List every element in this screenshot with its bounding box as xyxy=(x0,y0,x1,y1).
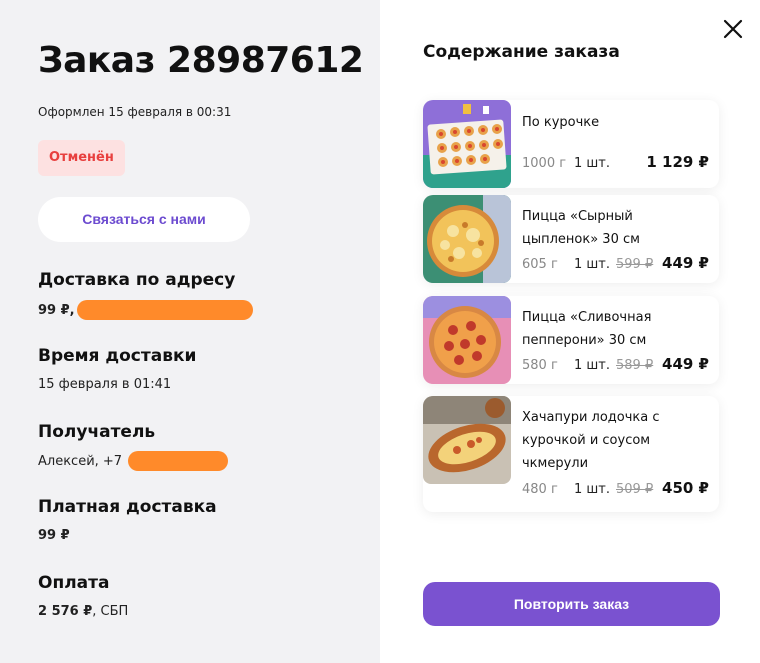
item-weight: 580 г xyxy=(522,358,558,373)
item-price: 1 129 ₽ xyxy=(646,153,709,171)
order-contents-panel: Содержание заказа По курочке 1000 г 1 шт… xyxy=(380,0,760,663)
item-quantity: 1 шт. xyxy=(574,156,611,171)
item-price: 450 ₽ xyxy=(662,479,709,497)
paid-delivery-title: Платная доставка xyxy=(38,497,217,517)
order-item[interactable]: Хачапури лодочка с курочкой и соусом чкм… xyxy=(423,396,719,512)
redacted-address xyxy=(76,300,253,320)
paid-delivery-price: 99 ₽ xyxy=(38,528,70,543)
delivery-time-title: Время доставки xyxy=(38,346,197,366)
payment-value: 2 576 ₽ , СБП xyxy=(38,604,128,619)
delivery-address-title: Доставка по адресу xyxy=(38,270,236,290)
contact-us-button[interactable]: Связаться с нами xyxy=(38,197,250,242)
status-badge: Отменён xyxy=(38,140,125,176)
payment-title: Оплата xyxy=(38,573,110,593)
payment-method: , СБП xyxy=(92,604,129,619)
pizza-image xyxy=(423,195,511,283)
delivery-price: 99 ₽, xyxy=(38,302,75,318)
item-weight: 480 г xyxy=(522,482,558,497)
payment-amount: 2 576 ₽ xyxy=(38,604,93,619)
recipient-text: Алексей, +7 xyxy=(38,453,123,469)
order-details-panel: Заказ 28987612 Оформлен 15 февраля в 00:… xyxy=(0,0,380,663)
item-name: Пицца «Сырный цыпленок» 30 см xyxy=(522,209,640,247)
item-name: По курочке xyxy=(522,115,600,130)
order-date: Оформлен 15 февраля в 00:31 xyxy=(38,105,232,119)
order-item[interactable]: Пицца «Сырный цыпленок» 30 см 605 г 1 шт… xyxy=(423,195,719,283)
item-price: 449 ₽ xyxy=(662,254,709,272)
close-icon[interactable] xyxy=(720,16,746,42)
delivery-time-value: 15 февраля в 01:41 xyxy=(38,377,172,392)
redacted-phone xyxy=(128,451,229,471)
repeat-order-button[interactable]: Повторить заказ xyxy=(423,582,720,626)
paid-delivery-value: 99 ₽ xyxy=(38,528,70,543)
item-quantity: 1 шт. xyxy=(574,482,611,497)
item-quantity: 1 шт. xyxy=(574,358,611,373)
item-quantity: 1 шт. xyxy=(574,257,611,272)
rolls-image xyxy=(423,100,511,188)
order-item[interactable]: По курочке 1000 г 1 шт. 1 129 ₽ xyxy=(423,100,719,188)
item-weight: 1000 г xyxy=(522,156,567,171)
contents-title: Содержание заказа xyxy=(423,42,620,62)
item-name: Хачапури лодочка с курочкой и соусом чкм… xyxy=(522,410,660,471)
pizza-image xyxy=(423,296,511,384)
item-name: Пицца «Сливочная пепперони» 30 см xyxy=(522,310,652,348)
recipient-value: Алексей, +7 xyxy=(38,451,229,471)
khachapuri-image xyxy=(423,396,511,484)
item-meta: 605 г 1 шт. 599 ₽ 449 ₽ xyxy=(522,254,709,272)
item-meta: 580 г 1 шт. 589 ₽ 449 ₽ xyxy=(522,355,709,373)
item-old-price: 599 ₽ xyxy=(616,257,654,272)
item-weight: 605 г xyxy=(522,257,558,272)
item-price: 449 ₽ xyxy=(662,355,709,373)
page-title: Заказ 28987612 xyxy=(38,40,364,81)
item-meta: 1000 г 1 шт. 1 129 ₽ xyxy=(522,153,709,171)
delivery-address-value: 99 ₽, xyxy=(38,300,253,320)
recipient-title: Получатель xyxy=(38,422,156,442)
item-old-price: 509 ₽ xyxy=(616,482,654,497)
item-meta: 480 г 1 шт. 509 ₽ 450 ₽ xyxy=(522,479,709,497)
order-item[interactable]: Пицца «Сливочная пепперони» 30 см 580 г … xyxy=(423,296,719,384)
item-old-price: 589 ₽ xyxy=(616,358,654,373)
